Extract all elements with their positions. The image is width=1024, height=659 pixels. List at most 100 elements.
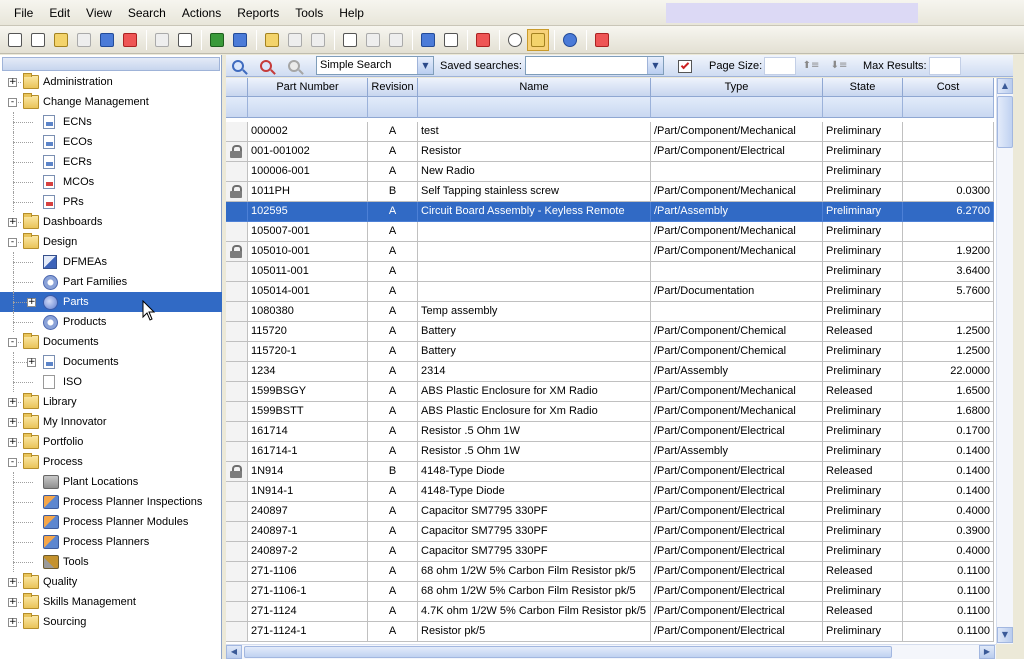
cell-name[interactable]: 4148-Type Diode (418, 462, 651, 482)
expand-icon[interactable]: + (27, 358, 36, 367)
menu-tools[interactable]: Tools (287, 0, 331, 26)
sort-descending-button[interactable]: ⬇≡ (830, 58, 848, 74)
cell-part-number[interactable]: 1080380 (248, 302, 368, 322)
cell-part-number[interactable]: 271-1124-1 (248, 622, 368, 642)
expand-icon[interactable]: + (8, 598, 17, 607)
cell-part-number[interactable]: 161714 (248, 422, 368, 442)
cell-revision[interactable]: A (368, 142, 418, 162)
unlock-button[interactable] (284, 29, 306, 51)
tree-item-library[interactable]: + Library (0, 392, 222, 412)
collapse-icon[interactable]: - (8, 338, 17, 347)
cell-revision[interactable]: A (368, 602, 418, 622)
cell-cost[interactable]: 0.1100 (903, 602, 994, 622)
table-row[interactable]: 1234 A 2314/Part/Assembly Preliminary 22.000… (226, 362, 994, 382)
cell-state[interactable]: Preliminary (823, 622, 903, 642)
cell-cost[interactable]: 0.1100 (903, 582, 994, 602)
cell-type[interactable] (651, 302, 823, 322)
column-header-lock[interactable] (226, 78, 248, 97)
cell-part-number[interactable]: 105010-001 (248, 242, 368, 262)
table-row[interactable]: 271-1124-1 A Resistor pk/5/Part/Component/… (226, 622, 994, 642)
cell-type[interactable] (651, 262, 823, 282)
cell-part-number[interactable]: 1599BSGY (248, 382, 368, 402)
table-row[interactable]: 1011PH B Self Tapping stainless screw/Part… (226, 182, 994, 202)
cell-part-number[interactable]: 105007-001 (248, 222, 368, 242)
collapse-icon[interactable]: - (8, 458, 17, 467)
table-row[interactable]: 100006-001 A New Radio Preliminary (226, 162, 994, 182)
table-row[interactable]: 001-001002 A Resistor/Part/Component/Elect… (226, 142, 994, 162)
cell-name[interactable]: Battery (418, 342, 651, 362)
table-row[interactable]: 1599BSTT A ABS Plastic Enclosure for Xm Ra… (226, 402, 994, 422)
expand-icon[interactable]: + (8, 418, 17, 427)
table-row[interactable]: 115720 A Battery/Part/Component/Chemical Re… (226, 322, 994, 342)
table-row[interactable]: 271-1106 A 68 ohm 1/2W 5% Carbon Film Resi… (226, 562, 994, 582)
cell-state[interactable]: Preliminary (823, 402, 903, 422)
cell-name[interactable] (418, 242, 651, 262)
cell-type[interactable]: /Part/Documentation (651, 282, 823, 302)
table-row[interactable]: 161714 A Resistor .5 Ohm 1W/Part/Component… (226, 422, 994, 442)
expand-icon[interactable]: + (8, 438, 17, 447)
tree-item-dfmeas[interactable]: DFMEAs (0, 252, 222, 272)
tree-item-quality[interactable]: + Quality (0, 572, 222, 592)
tree-item-administration[interactable]: + Administration (0, 72, 222, 92)
undo-button[interactable] (307, 29, 329, 51)
menu-search[interactable]: Search (120, 0, 174, 26)
cell-type[interactable]: /Part/Component/Electrical (651, 602, 823, 622)
tree-item-process-planner-inspections[interactable]: Process Planner Inspections (0, 492, 222, 512)
tree-item-plant-locations[interactable]: Plant Locations (0, 472, 222, 492)
cell-name[interactable] (418, 282, 651, 302)
cell-name[interactable]: Capacitor SM7795 330PF (418, 522, 651, 542)
cell-revision[interactable]: A (368, 162, 418, 182)
column-header-revision[interactable]: Revision (368, 78, 418, 97)
vertical-scroll-thumb[interactable] (997, 96, 1013, 148)
revert-button[interactable] (385, 29, 407, 51)
cell-revision[interactable]: A (368, 282, 418, 302)
cell-part-number[interactable]: 102595 (248, 202, 368, 222)
cell-revision[interactable]: B (368, 462, 418, 482)
cell-cost[interactable]: 0.1400 (903, 482, 994, 502)
cell-revision[interactable]: A (368, 422, 418, 442)
cell-state[interactable]: Preliminary (823, 342, 903, 362)
cell-part-number[interactable]: 1234 (248, 362, 368, 382)
cell-revision[interactable]: A (368, 362, 418, 382)
cell-name[interactable]: Circuit Board Assembly - Keyless Remote (418, 202, 651, 222)
cell-type[interactable]: /Part/Component/Electrical (651, 542, 823, 562)
cell-state[interactable]: Preliminary (823, 182, 903, 202)
cell-revision[interactable]: A (368, 122, 418, 142)
tree-item-change-management[interactable]: - Change Management (0, 92, 222, 112)
menu-help[interactable]: Help (331, 0, 372, 26)
cell-revision[interactable]: A (368, 242, 418, 262)
cell-revision[interactable]: A (368, 522, 418, 542)
cell-name[interactable] (418, 222, 651, 242)
cell-cost[interactable]: 0.1700 (903, 422, 994, 442)
grid-view-button[interactable] (527, 28, 549, 51)
cell-revision[interactable]: A (368, 542, 418, 562)
cell-type[interactable]: /Part/Component/Electrical (651, 422, 823, 442)
cell-cost[interactable]: 0.1100 (903, 622, 994, 642)
tree-item-tools[interactable]: Tools (0, 552, 222, 572)
cell-name[interactable]: test (418, 122, 651, 142)
cell-type[interactable]: /Part/Component/Electrical (651, 562, 823, 582)
cell-part-number[interactable]: 105014-001 (248, 282, 368, 302)
cell-type[interactable]: /Part/Assembly (651, 202, 823, 222)
cell-name[interactable]: Resistor .5 Ohm 1W (418, 442, 651, 462)
saved-searches-select[interactable]: ▼ (525, 56, 664, 75)
expand-icon[interactable]: + (8, 78, 17, 87)
cell-part-number[interactable]: 000002 (248, 122, 368, 142)
table-row[interactable]: 102595 A Circuit Board Assembly - Keyless … (226, 202, 994, 222)
clear-search-button[interactable] (256, 57, 276, 75)
cell-name[interactable]: Temp assembly (418, 302, 651, 322)
print-button[interactable] (174, 29, 196, 51)
cell-name[interactable]: Resistor (418, 142, 651, 162)
filter-cell-cost[interactable] (903, 97, 994, 118)
cell-cost[interactable] (903, 142, 994, 162)
cell-cost[interactable]: 22.0000 (903, 362, 994, 382)
tree-item-iso[interactable]: ISO (0, 372, 222, 392)
tree-item-documents[interactable]: + Documents (0, 352, 222, 372)
cell-state[interactable]: Preliminary (823, 442, 903, 462)
cell-name[interactable]: 68 ohm 1/2W 5% Carbon Film Resistor pk/5 (418, 582, 651, 602)
save-as-button[interactable] (96, 29, 118, 51)
table-row[interactable]: 105011-001 A Preliminary 3.6400 (226, 262, 994, 282)
cell-type[interactable]: /Part/Component/Mechanical (651, 402, 823, 422)
cell-part-number[interactable]: 240897 (248, 502, 368, 522)
cell-revision[interactable]: A (368, 582, 418, 602)
